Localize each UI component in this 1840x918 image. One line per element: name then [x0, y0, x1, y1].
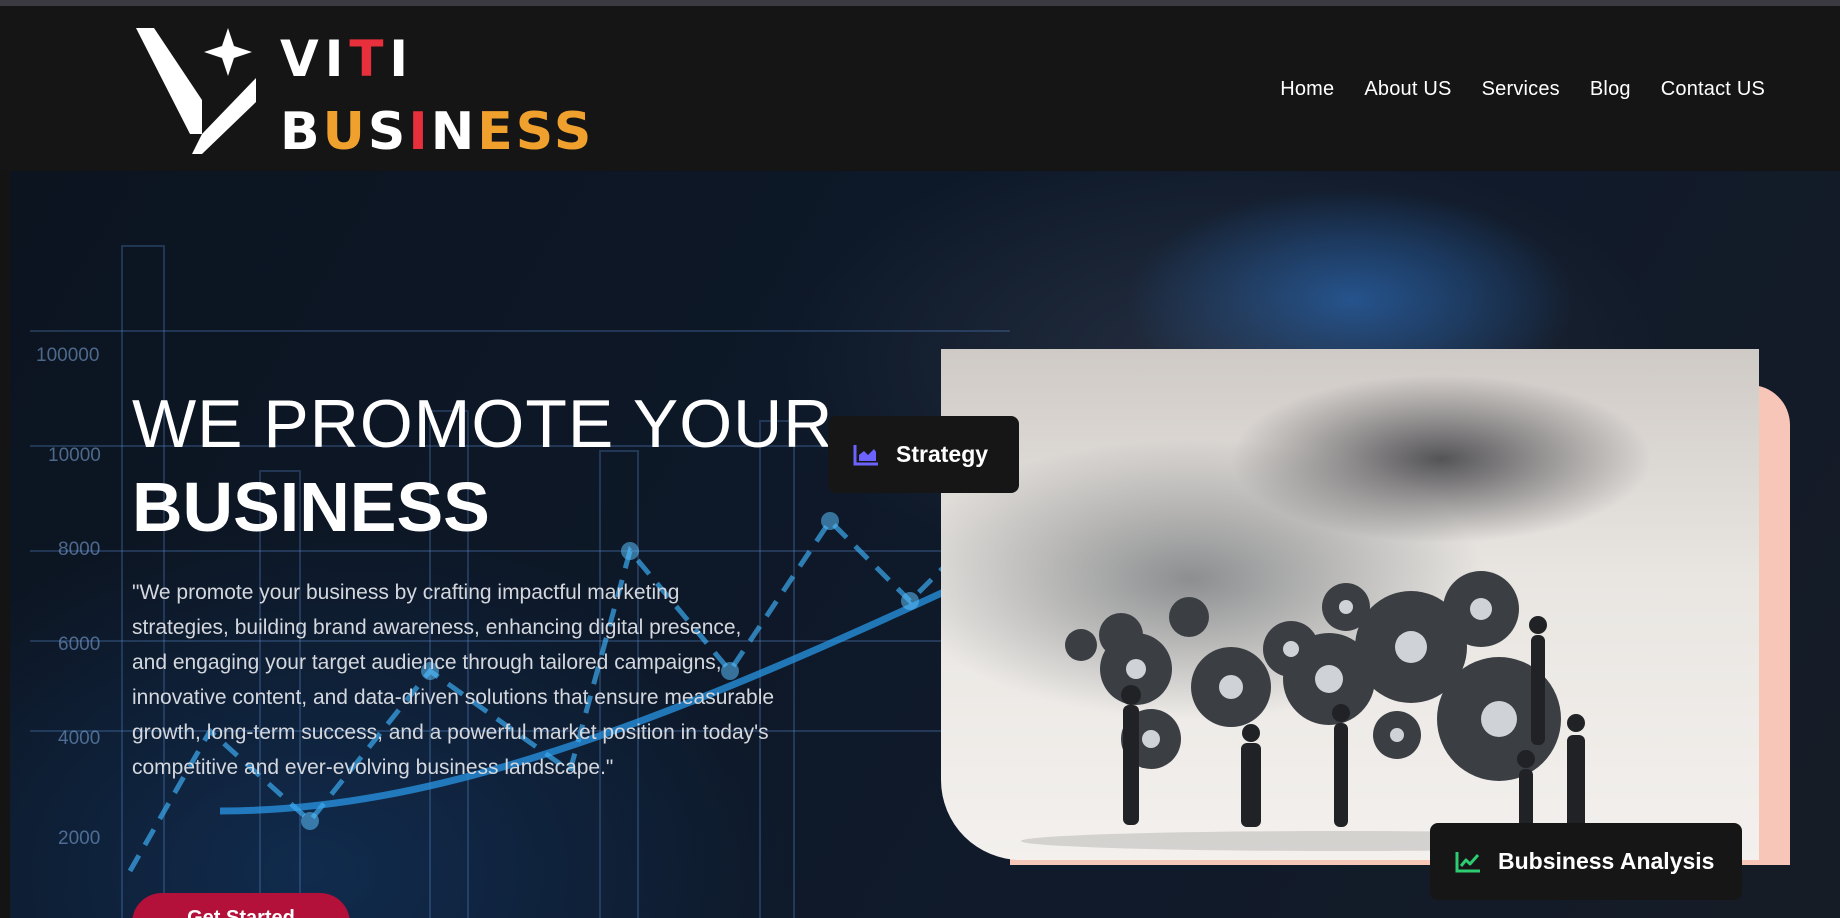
business-analysis-badge: Bubsiness Analysis: [1430, 823, 1742, 900]
hero-title-line2: BUSINESS: [132, 468, 490, 546]
chart-axis-label: 8000: [58, 539, 101, 560]
nav-home[interactable]: Home: [1280, 78, 1334, 101]
business-analysis-badge-label: Bubsiness Analysis: [1498, 848, 1715, 874]
line-chart-icon: [1455, 851, 1480, 872]
chart-axis-label: 4000: [58, 728, 101, 749]
gears-illustration: [1021, 571, 1661, 851]
brand-line-viti: VITI: [280, 34, 414, 84]
hero-section: 100000 10000 8000 6000 4000 2000 WE PROM…: [10, 171, 1840, 918]
get-started-button[interactable]: Get Started: [132, 893, 350, 918]
brand-letter: S: [367, 102, 409, 162]
brand-letter: E: [477, 102, 516, 162]
site-header: VITI BUSINESS Home About US Services Blo…: [0, 6, 1840, 170]
hero-description: "We promote your business by crafting im…: [132, 581, 775, 779]
brand-letter: S: [553, 102, 595, 162]
site-logo[interactable]: VITI BUSINESS: [132, 20, 591, 160]
nav-contact-us[interactable]: Contact US: [1661, 78, 1765, 101]
brand-letter: B: [280, 102, 323, 162]
chart-axis-label: 10000: [48, 445, 101, 466]
nav-blog[interactable]: Blog: [1590, 78, 1631, 101]
brand-letter: N: [430, 102, 478, 162]
chart-axis-label: 100000: [36, 345, 100, 366]
chart-axis-label: 2000: [58, 828, 101, 849]
brand-letter: T: [349, 30, 390, 88]
strategy-badge-label: Strategy: [896, 441, 989, 467]
brand-letter: S: [515, 102, 554, 162]
hero-title-line1: WE PROMOTE YOUR: [132, 386, 834, 462]
brand-letter: I: [389, 30, 415, 88]
main-nav: Home About US Services Blog Contact US: [1280, 78, 1765, 101]
brand-letter: I: [408, 102, 431, 162]
strategy-badge: Strategy: [828, 416, 1019, 493]
brand-letter: U: [322, 102, 368, 162]
area-chart-icon: [853, 444, 878, 465]
brand-letter: V: [280, 30, 325, 88]
chart-axis-label: 6000: [58, 634, 101, 655]
nav-about-us[interactable]: About US: [1364, 78, 1451, 101]
logo-mark-icon: [136, 28, 256, 154]
businesspeople-with-gears-image: [941, 349, 1759, 860]
brand-line-business: BUSINESS: [280, 106, 594, 158]
brand-letter: I: [324, 30, 350, 88]
nav-services[interactable]: Services: [1482, 78, 1560, 101]
